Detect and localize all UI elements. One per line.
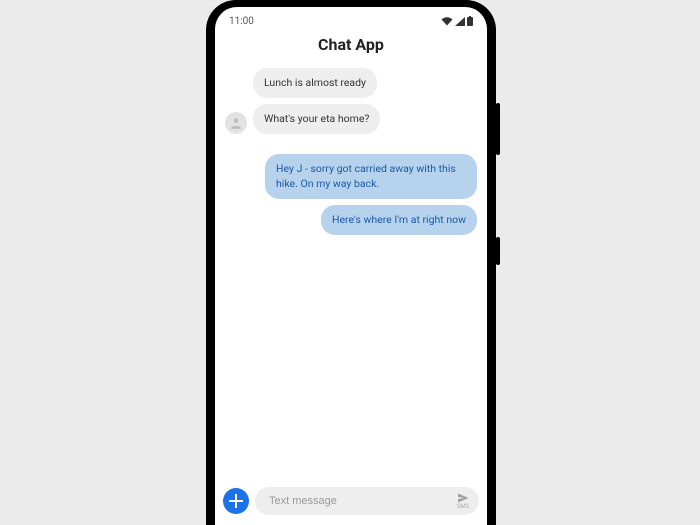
- plus-icon: [229, 494, 243, 508]
- battery-icon: [467, 16, 473, 26]
- message-row: What's your eta home?: [225, 104, 477, 134]
- incoming-bubble: Lunch is almost ready: [253, 68, 377, 98]
- message-input[interactable]: [267, 494, 453, 508]
- page-title: Chat App: [215, 35, 487, 54]
- incoming-bubble: What's your eta home?: [253, 104, 380, 134]
- wifi-icon: [441, 17, 453, 26]
- message-row: Lunch is almost ready: [225, 68, 477, 98]
- message-input-wrap[interactable]: SMS: [255, 487, 479, 515]
- message-row: Here's where I'm at right now: [225, 205, 477, 235]
- composer: SMS: [215, 481, 487, 525]
- outgoing-bubble: Here's where I'm at right now: [321, 205, 477, 235]
- hardware-button: [496, 237, 500, 265]
- message-row: Hey J - sorry got carried away with this…: [225, 154, 477, 198]
- signal-icon: [455, 17, 465, 26]
- add-button[interactable]: [223, 488, 249, 514]
- status-bar: 11:00: [215, 11, 487, 31]
- person-icon: [229, 116, 243, 130]
- clock: 11:00: [229, 16, 254, 27]
- app-header: Chat App: [215, 31, 487, 62]
- status-icons: [441, 16, 473, 26]
- phone-frame: 11:00 Chat App Lunch is almost ready: [206, 0, 496, 525]
- send-button[interactable]: SMS: [455, 492, 471, 510]
- send-label: SMS: [457, 503, 469, 510]
- hardware-button: [496, 103, 500, 155]
- avatar: [225, 112, 247, 134]
- outgoing-bubble: Hey J - sorry got carried away with this…: [265, 154, 477, 198]
- chat-thread[interactable]: Lunch is almost ready What's your eta ho…: [215, 62, 487, 481]
